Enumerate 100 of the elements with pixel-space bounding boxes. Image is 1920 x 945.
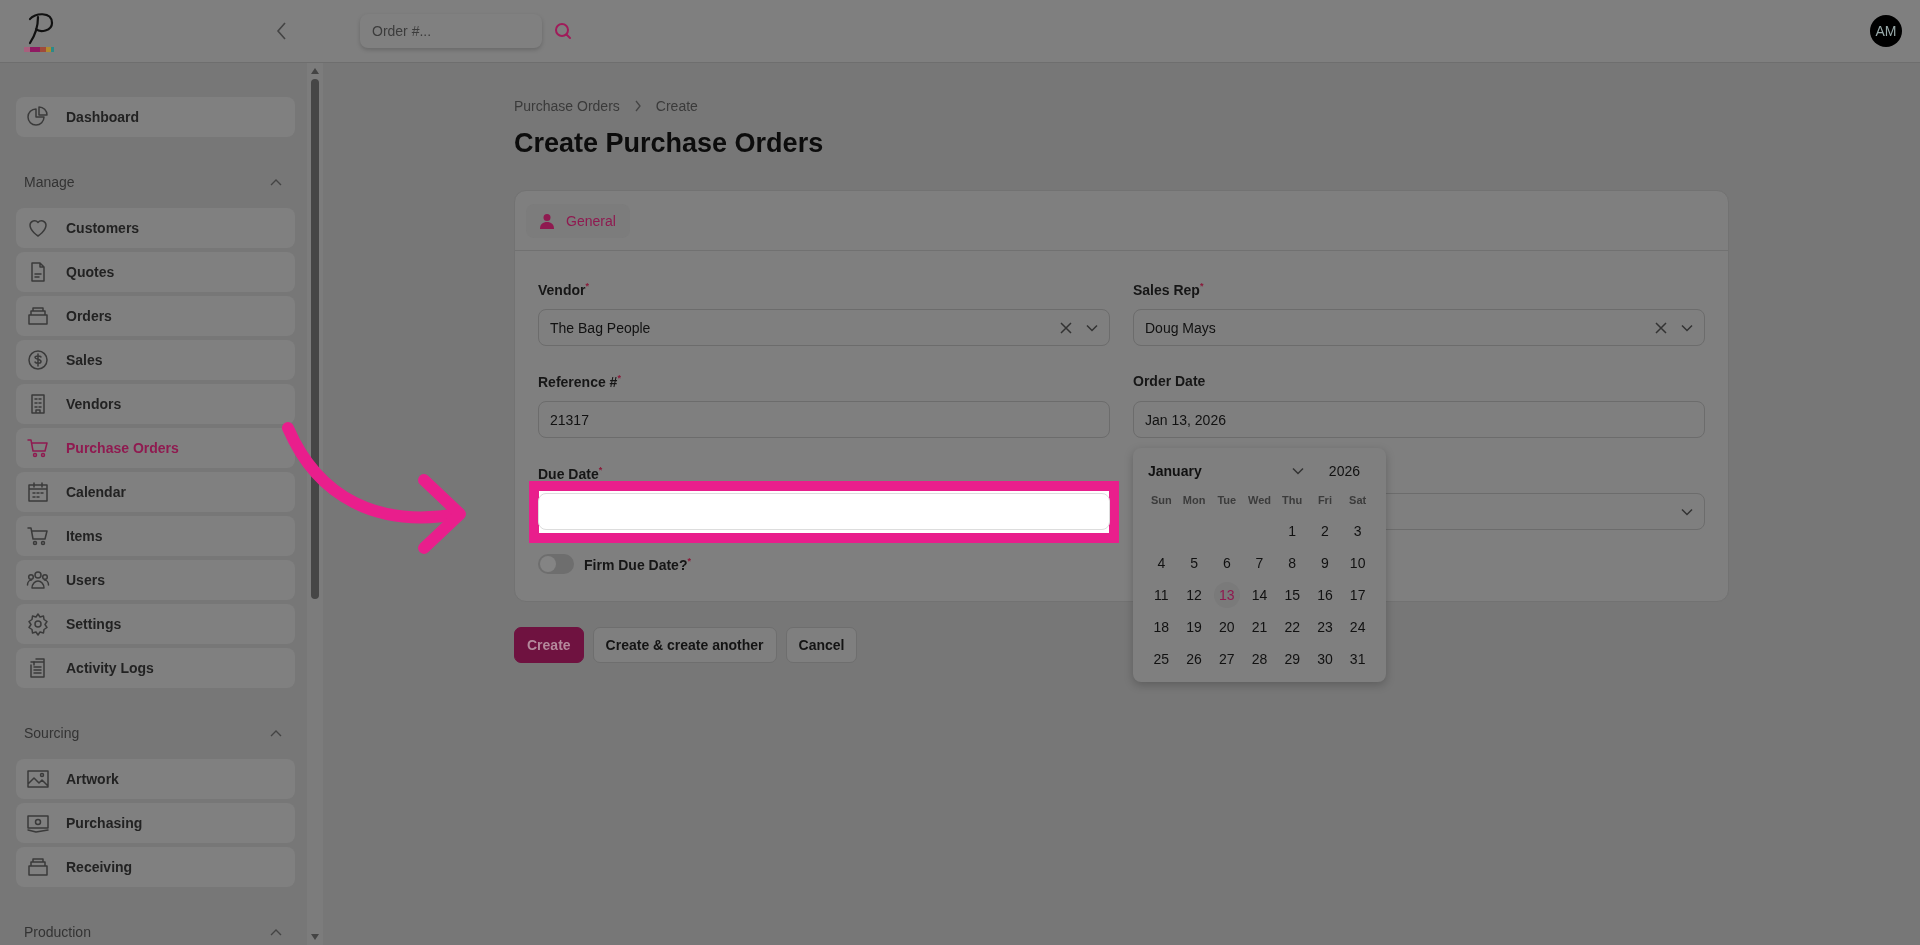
chevron-down-icon: [1681, 323, 1693, 332]
calendar-day[interactable]: 22: [1279, 614, 1306, 640]
calendar-day[interactable]: 9: [1311, 550, 1338, 576]
breadcrumb-link[interactable]: Purchase Orders: [514, 98, 620, 114]
chevron-down-icon: [1086, 323, 1098, 332]
avatar[interactable]: AM: [1870, 15, 1902, 47]
image-icon: [26, 767, 50, 791]
field-label: Sales Rep$^{*}$: [1133, 281, 1204, 299]
sidebar-item[interactable]: Artwork: [16, 759, 295, 799]
calendar-day[interactable]: 23: [1311, 614, 1338, 640]
toggle-label: Firm Due Date?$^{*}$: [584, 555, 691, 573]
calendar-day[interactable]: 4: [1148, 550, 1175, 576]
calendar-day[interactable]: 14: [1246, 582, 1273, 608]
calendar-day[interactable]: 30: [1311, 646, 1338, 672]
chevron-right-icon: [633, 100, 642, 112]
sidebar-item[interactable]: Dashboard: [16, 97, 295, 137]
scroll-thumb[interactable]: [311, 79, 319, 599]
select-field[interactable]: Doug Mays: [1133, 309, 1705, 346]
cart-icon: [26, 524, 50, 548]
field-label: Order Date: [1133, 373, 1206, 391]
calendar-day[interactable]: 11: [1148, 582, 1175, 608]
sidebar-item[interactable]: Customers: [16, 208, 295, 248]
calendar-day[interactable]: 1: [1279, 518, 1306, 544]
section-heading: Sourcing: [24, 725, 80, 741]
tray-icon: [26, 855, 50, 879]
sidebar-item[interactable]: Calendar: [16, 472, 295, 512]
sidebar-item[interactable]: Quotes: [16, 252, 295, 292]
year-select[interactable]: 2026: [1328, 463, 1374, 479]
calendar-day[interactable]: 15: [1279, 582, 1306, 608]
chevron-up-icon[interactable]: [269, 177, 283, 187]
search-field[interactable]: Order #...: [360, 14, 542, 48]
calendar-day[interactable]: 29: [1279, 646, 1306, 672]
weekday-label: Mon: [1181, 493, 1207, 508]
scroll-down-icon: [310, 933, 320, 941]
calendar-day[interactable]: 7: [1246, 550, 1273, 576]
calendar-day[interactable]: 26: [1181, 646, 1208, 672]
weekday-label: Fri: [1316, 493, 1333, 508]
weekday-label: Tue: [1216, 493, 1238, 508]
calendar-day[interactable]: 19: [1181, 614, 1208, 640]
section-heading: Manage: [24, 174, 75, 190]
sidebar-item[interactable]: Purchasing: [16, 803, 295, 843]
calendar-day[interactable]: 2: [1311, 518, 1338, 544]
scrollbar[interactable]: [307, 63, 323, 945]
sidebar-item[interactable]: Sales: [16, 340, 295, 380]
breadcrumb-link[interactable]: Create: [655, 98, 698, 114]
calendar-day[interactable]: 10: [1344, 550, 1371, 576]
calendar-day[interactable]: 28: [1246, 646, 1273, 672]
sidebar-item[interactable]: Activity Logs: [16, 648, 295, 688]
settings-icon: [26, 612, 50, 636]
sidebar-item[interactable]: Items: [16, 516, 295, 556]
calendar-day[interactable]: 21: [1246, 614, 1273, 640]
tray-icon: [26, 304, 50, 328]
weekday-label: Thu: [1281, 493, 1304, 508]
users-icon: [26, 568, 50, 592]
create-another-button[interactable]: Create & create another: [592, 627, 777, 663]
calendar-day[interactable]: 12: [1181, 582, 1208, 608]
chevron-up-icon[interactable]: [269, 927, 283, 937]
input-field[interactable]: Jan 13, 2026: [1133, 401, 1705, 438]
calendar-day[interactable]: 6: [1213, 550, 1240, 576]
weekday-label: Sun: [1149, 493, 1173, 508]
field-label: Due Date$^{*}$: [538, 465, 603, 483]
calendar-day[interactable]: 27: [1213, 646, 1240, 672]
calendar-day[interactable]: 3: [1344, 518, 1371, 544]
weekday-label: Wed: [1246, 493, 1272, 508]
chevron-down-icon: [1291, 467, 1304, 475]
section-heading: Production: [24, 924, 91, 940]
chevron-left-icon: [276, 21, 288, 41]
calendar-day[interactable]: 8: [1279, 550, 1306, 576]
calendar-day[interactable]: 24: [1344, 614, 1371, 640]
month-select[interactable]: January: [1145, 463, 1304, 479]
sidebar-item[interactable]: Settings: [16, 604, 295, 644]
weekday-label: Sat: [1348, 493, 1368, 508]
calendar-day[interactable]: 18: [1148, 614, 1175, 640]
select-field[interactable]: The Bag People: [538, 309, 1110, 346]
sidebar-item[interactable]: Vendors: [16, 384, 295, 424]
search-icon: [554, 22, 572, 40]
create-button[interactable]: Create: [514, 627, 584, 663]
calendar-day[interactable]: 20: [1213, 614, 1240, 640]
field-label: Vendor$^{*}$: [538, 281, 589, 299]
chevron-up-icon[interactable]: [269, 728, 283, 738]
input-field[interactable]: 21317: [538, 401, 1110, 438]
calendar-day[interactable]: 5: [1181, 550, 1208, 576]
input-field[interactable]: [538, 493, 1110, 530]
calendar-day[interactable]: 16: [1311, 582, 1338, 608]
scroll-up-icon: [310, 67, 320, 75]
calendar-day[interactable]: 31: [1344, 646, 1371, 672]
pie-chart-icon: [26, 105, 50, 129]
sidebar-item[interactable]: Receiving: [16, 847, 295, 887]
field-label: Reference #$^{*}$: [538, 373, 621, 391]
calendar-icon: [26, 480, 50, 504]
sidebar-item[interactable]: Orders: [16, 296, 295, 336]
calendar-day[interactable]: 25: [1148, 646, 1175, 672]
page-title: Create Purchase Orders: [514, 128, 825, 159]
calendar-day[interactable]: 17: [1344, 582, 1371, 608]
cancel-button[interactable]: Cancel: [785, 627, 858, 663]
search-button[interactable]: [552, 20, 574, 42]
sidebar-item[interactable]: Users: [16, 560, 295, 600]
dollar-icon: [26, 348, 50, 372]
person-icon: [540, 212, 554, 229]
chevron-down-icon: [1681, 507, 1693, 516]
